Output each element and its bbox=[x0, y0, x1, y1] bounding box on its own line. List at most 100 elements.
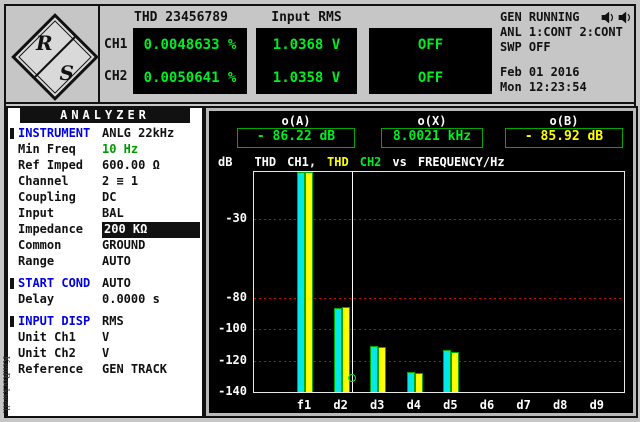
logo-letter-r: R bbox=[36, 31, 53, 55]
chart-legend-row: dB THDCH1,THDCH2vsFREQUENCY/Hz bbox=[218, 155, 633, 169]
plot-area bbox=[253, 171, 625, 393]
analyzer-row-value[interactable]: ANLG 22kHz bbox=[102, 126, 200, 142]
analyzer-row[interactable]: RangeAUTO bbox=[18, 254, 200, 270]
bar-f1-ch2 bbox=[305, 172, 313, 392]
y-tick-label: -30 bbox=[209, 211, 247, 225]
analyzer-row[interactable]: Delay0.0000 s bbox=[18, 292, 200, 308]
analyzer-row-label: INSTRUMENT bbox=[18, 126, 102, 142]
analyzer-row[interactable]: START CONDAUTO bbox=[18, 276, 200, 292]
x-tick-label: d4 bbox=[407, 398, 421, 411]
status-block: GEN RUNNING ANL 1:CONT 2:CONT SWP OFF bbox=[500, 10, 632, 95]
legend-item: CH1, bbox=[287, 155, 316, 169]
y-tick-label: -100 bbox=[209, 321, 247, 335]
analyzer-row-value[interactable]: DC bbox=[102, 190, 200, 206]
analyzer-row-value[interactable]: 2 ≡ 1 bbox=[102, 174, 200, 190]
cursor-marker bbox=[348, 374, 356, 382]
analyzer-row-label: Delay bbox=[18, 292, 102, 308]
cursor-readout-value: - 85.92 dB bbox=[505, 128, 623, 148]
legend-item: THD bbox=[327, 155, 349, 169]
ch1-label: CH1 bbox=[104, 37, 127, 52]
bar-d3-ch2 bbox=[378, 347, 386, 392]
analyzer-row-label: Reference bbox=[18, 362, 102, 378]
analyzer-row[interactable]: ReferenceGEN TRACK bbox=[18, 362, 200, 378]
input-rms-panel: 1.0368 V 1.0358 V bbox=[256, 28, 357, 94]
y-axis-unit-label: dB bbox=[218, 155, 232, 169]
thd-ch1-value: 0.0048633 % bbox=[144, 37, 237, 53]
analyzer-row[interactable]: Channel2 ≡ 1 bbox=[18, 174, 200, 190]
analyzer-row-value[interactable]: 600.00 Ω bbox=[102, 158, 200, 174]
logo-box: R S bbox=[6, 6, 100, 102]
x-axis: f1d2d3d4d5d6d7d8d9 bbox=[253, 398, 625, 412]
cursor-readout-label: o(A) bbox=[237, 114, 355, 127]
analyzer-row-label: Ref Imped bbox=[18, 158, 102, 174]
analyzer-row-value[interactable]: GEN TRACK bbox=[102, 362, 200, 378]
analyzer-row-value[interactable]: BAL bbox=[102, 206, 200, 222]
analyzer-row-value[interactable]: RMS bbox=[102, 314, 200, 330]
thd-function-title: THD 23456789 bbox=[134, 10, 252, 25]
analyzer-row[interactable]: INSTRUMENTANLG 22kHz bbox=[18, 126, 200, 142]
analyzer-row-label: Impedance bbox=[18, 222, 102, 238]
speaker-ch2-icon bbox=[617, 11, 632, 24]
bar-d5-ch1 bbox=[443, 350, 451, 392]
cursor-readout: o(B) - 85.92 dB bbox=[505, 114, 623, 148]
analyzer-row[interactable]: InputBAL bbox=[18, 206, 200, 222]
analyzer-row-label: Common bbox=[18, 238, 102, 254]
analyzer-row-value[interactable]: 200 KΩ bbox=[102, 222, 200, 238]
time-text: Mon 12:23:54 bbox=[500, 80, 632, 95]
analyzer-row[interactable]: Unit Ch2V bbox=[18, 346, 200, 362]
y-tick-label: -140 bbox=[209, 384, 247, 398]
bezel-frame: R S THD 23456789 CH1 CH2 0.0048633 % 0.0… bbox=[4, 4, 636, 418]
analyzer-row[interactable]: Ref Imped600.00 Ω bbox=[18, 158, 200, 174]
swp-status: SWP OFF bbox=[500, 40, 632, 55]
analyzer-row-label: Unit Ch2 bbox=[18, 346, 102, 362]
speaker-ch1-icon bbox=[600, 11, 615, 24]
analyzer-row[interactable]: Unit Ch1V bbox=[18, 330, 200, 346]
bar-d5-ch2 bbox=[451, 352, 459, 392]
cursor-readout-value: 8.0021 kHz bbox=[381, 128, 483, 148]
cursor-readout: o(A) - 86.22 dB bbox=[237, 114, 355, 148]
x-cursor-line[interactable] bbox=[352, 172, 353, 392]
analyzer-panel: ANALYZER INSTRUMENTANLG 22kHzMin Freq10 … bbox=[6, 106, 204, 418]
cursor-readout: o(X) 8.0021 kHz bbox=[381, 114, 483, 148]
analyzer-row-value[interactable]: GROUND bbox=[102, 238, 200, 254]
analyzer-row-label: Coupling bbox=[18, 190, 102, 206]
thd-ch2-value: 0.0050641 % bbox=[144, 70, 237, 86]
rms-ch1-value: 1.0368 V bbox=[273, 37, 340, 53]
analyzer-row[interactable]: Min Freq10 Hz bbox=[18, 142, 200, 158]
analyzer-row-value[interactable]: V bbox=[102, 346, 200, 362]
legend-item: FREQUENCY/Hz bbox=[418, 155, 505, 169]
analyzer-row-value[interactable]: 0.0000 s bbox=[102, 292, 200, 308]
monitor-speaker-icons bbox=[600, 11, 632, 24]
analyzer-row-value[interactable]: AUTO bbox=[102, 254, 200, 270]
legend-items: THDCH1,THDCH2vsFREQUENCY/Hz bbox=[254, 155, 504, 169]
aux-readout-panel: OFF OFF bbox=[369, 28, 492, 94]
analyzer-row-value[interactable]: AUTO bbox=[102, 276, 200, 292]
analyzer-row[interactable]: CommonGROUND bbox=[18, 238, 200, 254]
x-tick-label: d8 bbox=[553, 398, 567, 411]
cursor-readout-value: - 86.22 dB bbox=[237, 128, 355, 148]
anl-status: ANL 1:CONT 2:CONT bbox=[500, 25, 632, 40]
analyzer-row-label: Input bbox=[18, 206, 102, 222]
rs-logo-inner: R S bbox=[27, 29, 83, 85]
x-tick-label: d9 bbox=[590, 398, 604, 411]
analyzer-row[interactable]: INPUT DISPRMS bbox=[18, 314, 200, 330]
analyzer-row-value[interactable]: 10 Hz bbox=[102, 142, 200, 158]
bar-d2-ch1 bbox=[334, 308, 342, 393]
analyzer-row-label: Min Freq bbox=[18, 142, 102, 158]
instrument-screen: R S THD 23456789 CH1 CH2 0.0048633 % 0.0… bbox=[0, 0, 640, 422]
y-tick-label: -80 bbox=[209, 290, 247, 304]
rs-logo: R S bbox=[11, 13, 99, 101]
thd-readout-panel: 0.0048633 % 0.0050641 % bbox=[133, 28, 247, 94]
y-tick-label: -120 bbox=[209, 353, 247, 367]
bar-d3-ch1 bbox=[370, 346, 378, 392]
analyzer-row-value[interactable]: V bbox=[102, 330, 200, 346]
aux-value-1: OFF bbox=[418, 37, 443, 53]
analyzer-row[interactable]: Impedance200 KΩ bbox=[18, 222, 200, 238]
bar-d4-ch1 bbox=[407, 372, 415, 392]
x-tick-label: d2 bbox=[333, 398, 347, 411]
x-tick-label: f1 bbox=[297, 398, 311, 411]
watermark: KenRockwell. bbox=[0, 356, 11, 414]
analyzer-row[interactable]: CouplingDC bbox=[18, 190, 200, 206]
analyzer-row-label: INPUT DISP bbox=[18, 314, 102, 330]
top-status-bar: R S THD 23456789 CH1 CH2 0.0048633 % 0.0… bbox=[6, 6, 634, 104]
